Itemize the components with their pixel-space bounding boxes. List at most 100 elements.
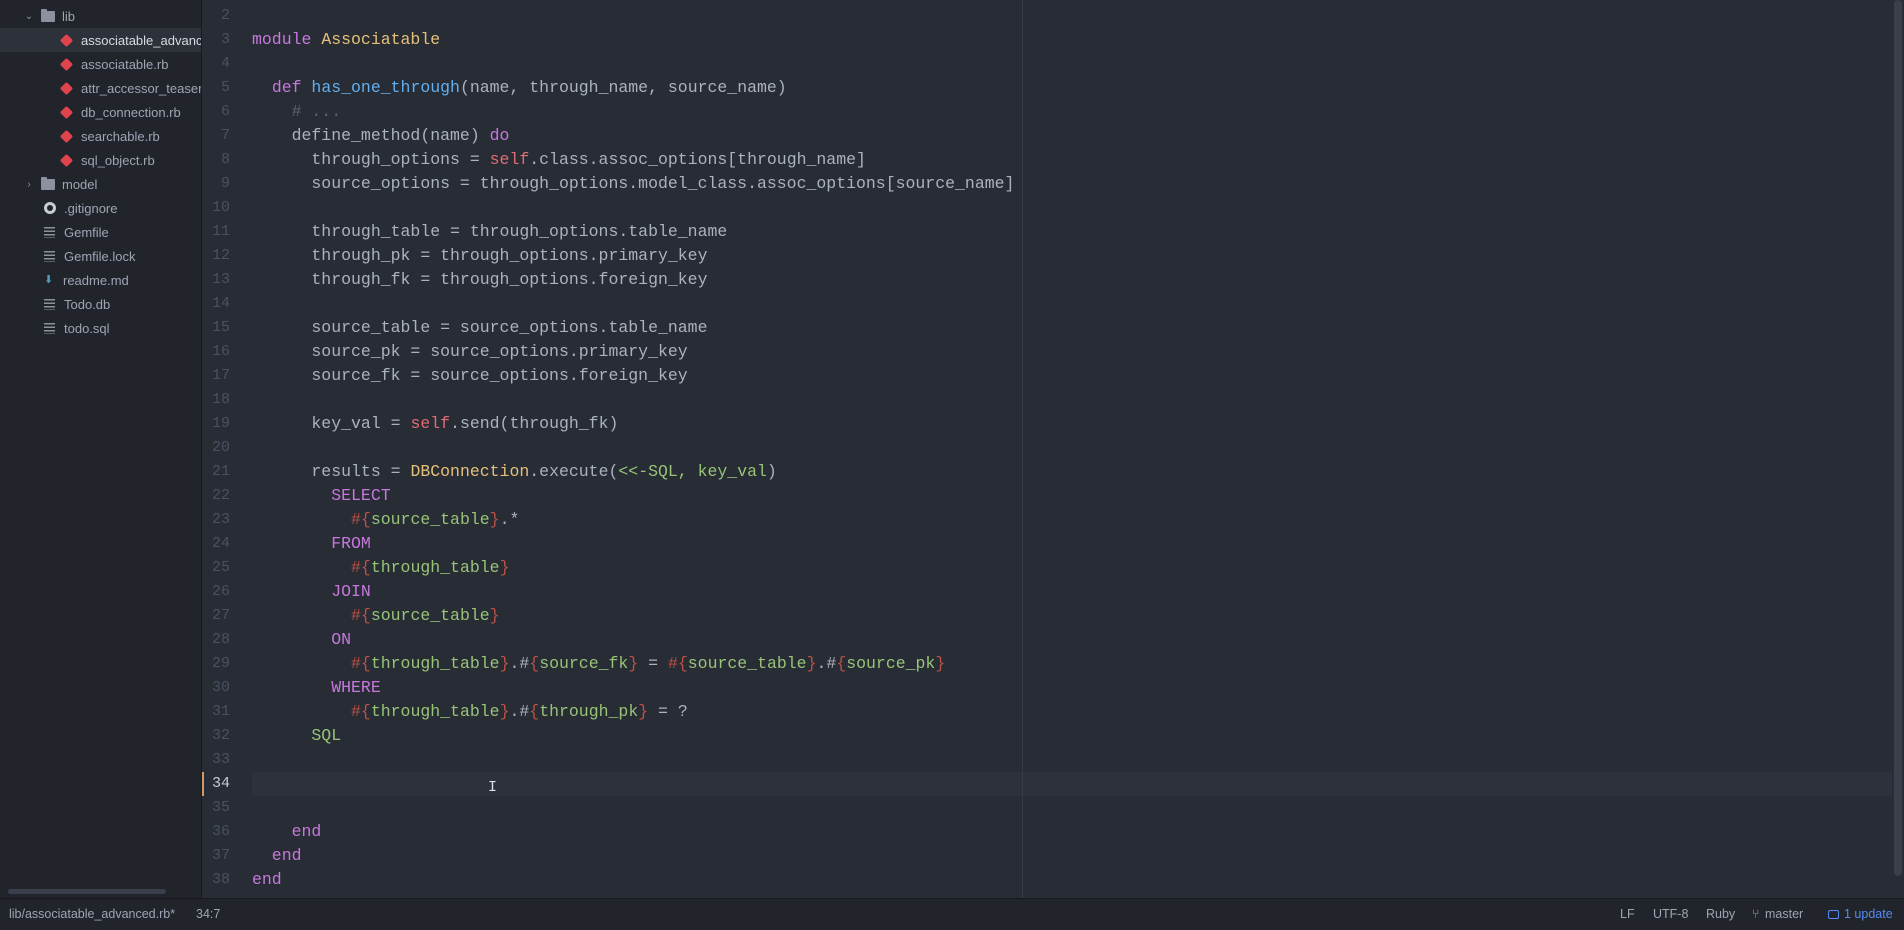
line-number[interactable]: 13 xyxy=(202,268,230,292)
tree-file[interactable]: todo.sql xyxy=(0,316,201,340)
line-ending[interactable]: LF xyxy=(1620,899,1635,930)
line-number[interactable]: 22 xyxy=(202,484,230,508)
line-number[interactable]: 26 xyxy=(202,580,230,604)
encoding[interactable]: UTF-8 xyxy=(1653,899,1688,930)
code-line[interactable]: module Associatable xyxy=(252,28,440,52)
code-line[interactable]: end xyxy=(252,868,282,892)
code-line[interactable]: source_options = through_options.model_c… xyxy=(252,172,1014,196)
tree-item-label: readme.md xyxy=(63,272,129,288)
line-number[interactable]: 38 xyxy=(202,868,230,892)
tree-file[interactable]: .gitignore xyxy=(0,196,201,220)
tree-file[interactable]: Gemfile xyxy=(0,220,201,244)
code-line[interactable]: def has_one_through(name, through_name, … xyxy=(252,76,787,100)
line-number[interactable]: 8 xyxy=(202,148,230,172)
tree-file[interactable]: db_connection.rb xyxy=(0,100,201,124)
tree-file[interactable]: attr_accessor_teaser.rb xyxy=(0,76,201,100)
file-path[interactable]: lib/associatable_advanced.rb* xyxy=(9,899,175,930)
line-number[interactable]: 37 xyxy=(202,844,230,868)
code-line[interactable]: results = DBConnection.execute(<<-SQL, k… xyxy=(252,460,776,484)
line-number[interactable]: 20 xyxy=(202,436,230,460)
scrollbar-thumb[interactable] xyxy=(1894,0,1902,876)
code-line[interactable]: define_method(name) do xyxy=(252,124,510,148)
line-number[interactable]: 14 xyxy=(202,292,230,316)
line-number[interactable]: 5 xyxy=(202,76,230,100)
line-number[interactable]: 12 xyxy=(202,244,230,268)
github-icon xyxy=(44,202,56,214)
code-token: through_pk = through_options.primary_key xyxy=(252,246,708,265)
code-line[interactable]: through_table = through_options.table_na… xyxy=(252,220,727,244)
line-number[interactable]: 7 xyxy=(202,124,230,148)
package-updates[interactable]: 1 update xyxy=(1828,899,1893,930)
line-number[interactable]: 34 xyxy=(202,772,230,796)
text-editor[interactable]: 2 3 4 5 6 7 8 9 10 11 12 13 14 15 16 17 18 19 20 21 22 23 24 25… xyxy=(202,0,1904,898)
line-number[interactable]: 28 xyxy=(202,628,230,652)
code-line[interactable]: source_table = source_options.table_name xyxy=(252,316,707,340)
code-token: <<-SQL, key_val xyxy=(618,462,767,481)
line-number[interactable]: 23 xyxy=(202,508,230,532)
cursor-position[interactable]: 34:7 xyxy=(196,899,220,930)
editor-vertical-scrollbar[interactable] xyxy=(1892,0,1904,898)
code-line[interactable]: source_pk = source_options.primary_key xyxy=(252,340,687,364)
code-line[interactable]: end xyxy=(252,820,322,844)
line-number[interactable]: 17 xyxy=(202,364,230,388)
git-branch[interactable]: ⑂ master xyxy=(1752,899,1803,930)
tree-file[interactable]: sql_object.rb xyxy=(0,148,201,172)
code-line[interactable]: #{source_table} xyxy=(252,604,500,628)
tree-view[interactable]: ⌄ lib associatable_advanced.rb associatable… xyxy=(0,0,202,898)
line-number[interactable]: 15 xyxy=(202,316,230,340)
line-number[interactable]: 30 xyxy=(202,676,230,700)
code-line[interactable]: through_options = self.class.assoc_optio… xyxy=(252,148,866,172)
code-token: (name, through_name, source_name) xyxy=(459,78,787,97)
line-number[interactable]: 24 xyxy=(202,532,230,556)
tree-file[interactable]: associatable.rb xyxy=(0,52,201,76)
code-line[interactable]: #{through_table} xyxy=(252,556,509,580)
line-number[interactable]: 3 xyxy=(202,28,230,52)
line-number[interactable]: 32 xyxy=(202,724,230,748)
tree-file[interactable]: searchable.rb xyxy=(0,124,201,148)
line-number[interactable]: 6 xyxy=(202,100,230,124)
line-number[interactable]: 2 xyxy=(202,4,230,28)
tree-horizontal-scrollbar[interactable] xyxy=(8,889,166,894)
code-line[interactable]: source_fk = source_options.foreign_key xyxy=(252,364,687,388)
code-line[interactable]: #{source_table}.* xyxy=(252,508,519,532)
line-number[interactable]: 27 xyxy=(202,604,230,628)
line-number-gutter[interactable]: 2 3 4 5 6 7 8 9 10 11 12 13 14 15 16 17 18 19 20 21 22 23 24 25… xyxy=(202,0,242,898)
line-number[interactable]: 33 xyxy=(202,748,230,772)
code-line[interactable]: through_fk = through_options.foreign_key xyxy=(252,268,707,292)
code-line[interactable]: WHERE xyxy=(252,676,381,700)
code-line[interactable]: JOIN xyxy=(252,580,371,604)
line-number[interactable]: 16 xyxy=(202,340,230,364)
grammar[interactable]: Ruby xyxy=(1706,899,1735,930)
line-number[interactable]: 21 xyxy=(202,460,230,484)
code-line[interactable]: SELECT xyxy=(252,484,390,508)
ruby-icon xyxy=(59,153,74,167)
line-number[interactable]: 9 xyxy=(202,172,230,196)
tree-file[interactable]: Gemfile.lock xyxy=(0,244,201,268)
line-number[interactable]: 25 xyxy=(202,556,230,580)
line-number[interactable]: 19 xyxy=(202,412,230,436)
line-number[interactable]: 4 xyxy=(202,52,230,76)
code-line[interactable]: end xyxy=(252,844,302,868)
chevron-right-icon[interactable]: › xyxy=(22,179,36,190)
line-number[interactable]: 36 xyxy=(202,820,230,844)
tree-file[interactable]: associatable_advanced.rb xyxy=(0,28,201,52)
line-number[interactable]: 18 xyxy=(202,388,230,412)
code-line[interactable]: # ... xyxy=(252,100,342,124)
code-line[interactable]: #{through_table}.#{source_fk} = #{source… xyxy=(252,652,945,676)
code-line[interactable]: through_pk = through_options.primary_key xyxy=(252,244,707,268)
line-number[interactable]: 31 xyxy=(202,700,230,724)
line-number[interactable]: 29 xyxy=(202,652,230,676)
tree-folder-model[interactable]: › model xyxy=(0,172,201,196)
code-line[interactable]: SQL xyxy=(252,724,341,748)
line-number[interactable]: 35 xyxy=(202,796,230,820)
code-line[interactable]: key_val = self.send(through_fk) xyxy=(252,412,618,436)
tree-file[interactable]: ⬇ readme.md xyxy=(0,268,201,292)
tree-folder-lib[interactable]: ⌄ lib xyxy=(0,4,201,28)
tree-file[interactable]: Todo.db xyxy=(0,292,201,316)
code-line[interactable]: #{through_table}.#{through_pk} = ? xyxy=(252,700,688,724)
code-line[interactable]: ON xyxy=(252,628,351,652)
chevron-down-icon[interactable]: ⌄ xyxy=(22,11,36,22)
line-number[interactable]: 11 xyxy=(202,220,230,244)
code-line[interactable]: FROM xyxy=(252,532,371,556)
line-number[interactable]: 10 xyxy=(202,196,230,220)
